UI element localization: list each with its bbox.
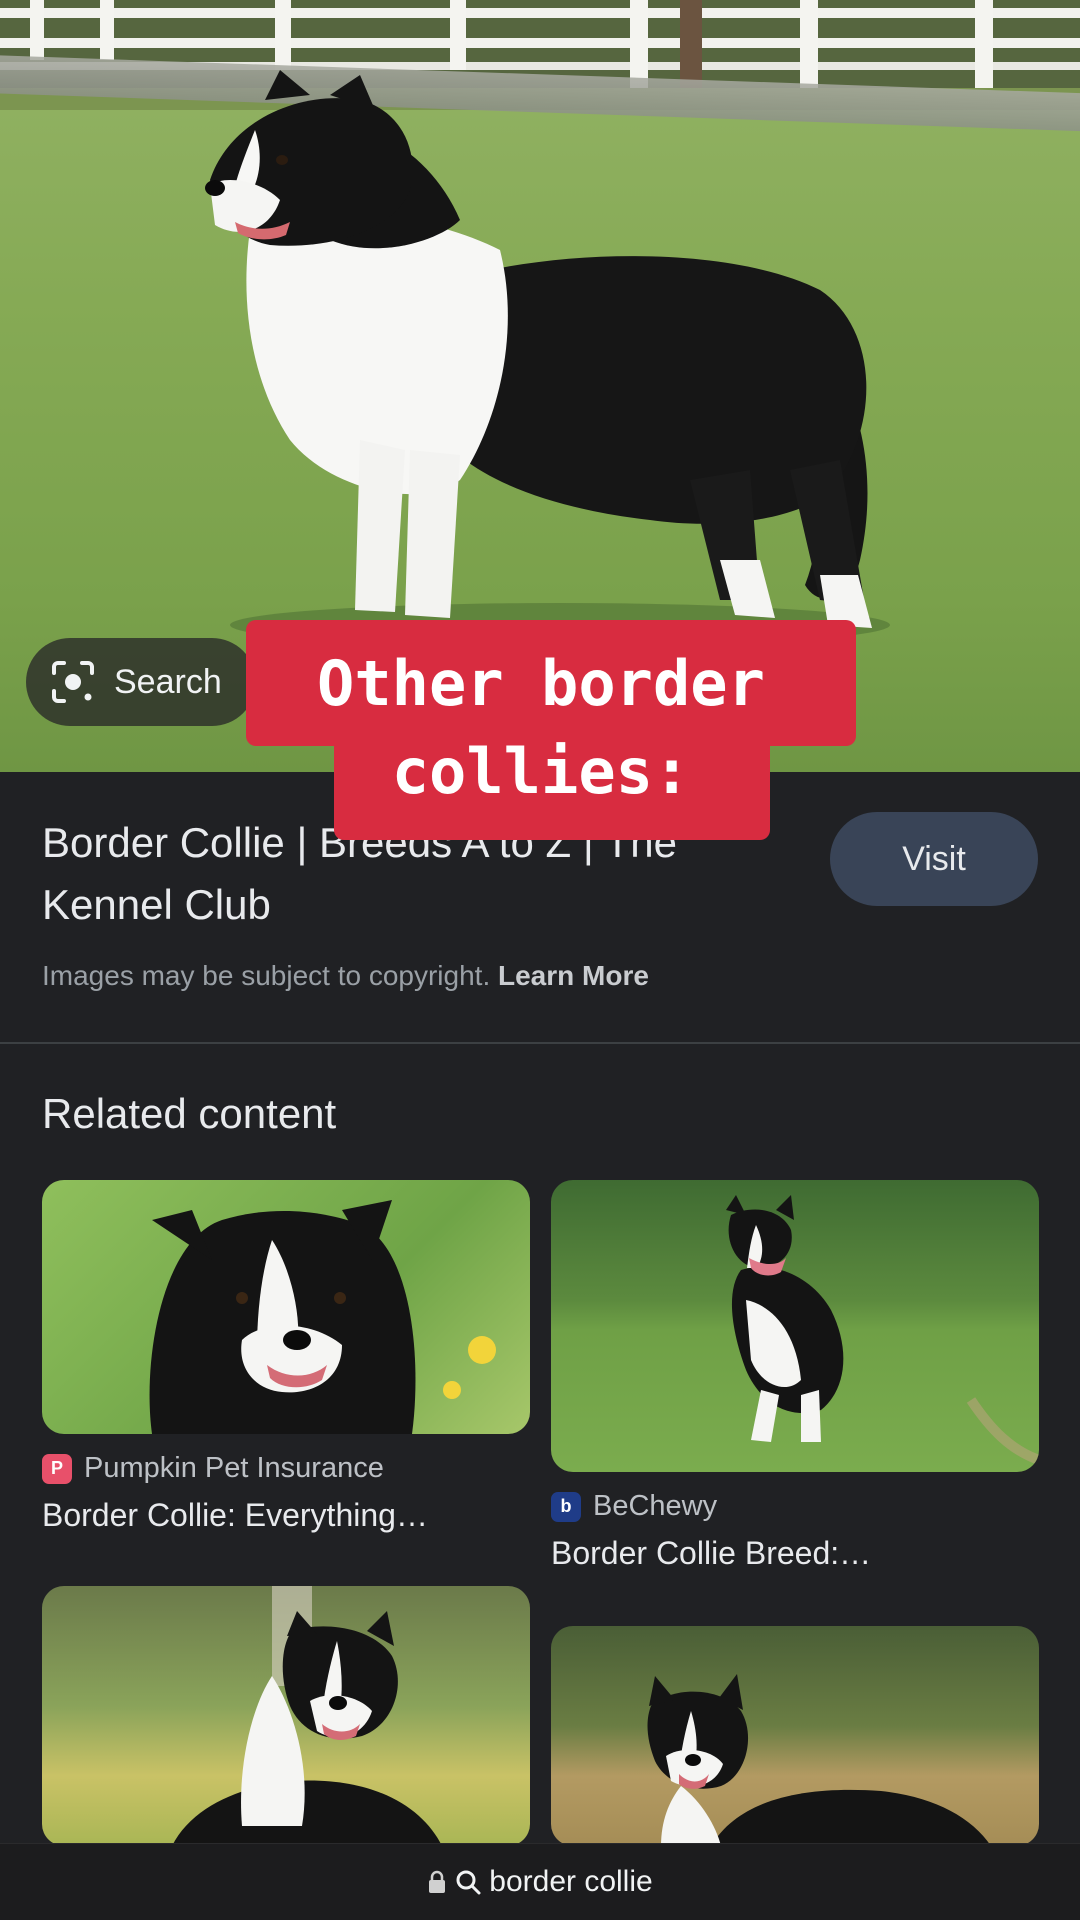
lock-icon bbox=[429, 1870, 446, 1893]
dog-illustration bbox=[726, 1195, 1039, 1465]
dog-illustration bbox=[647, 1674, 991, 1846]
dog-illustration bbox=[149, 1200, 496, 1434]
divider bbox=[0, 1042, 1080, 1044]
related-thumbnail[interactable] bbox=[551, 1626, 1039, 1846]
search-button-label: Search bbox=[114, 662, 222, 701]
related-title[interactable]: Border Collie: Everything… bbox=[42, 1497, 530, 1534]
learn-more-link[interactable]: Learn More bbox=[498, 960, 649, 991]
related-source: P Pumpkin Pet Insurance bbox=[42, 1452, 530, 1485]
related-thumbnail[interactable] bbox=[42, 1586, 530, 1846]
related-thumbnail[interactable] bbox=[551, 1180, 1039, 1472]
visit-button[interactable]: Visit bbox=[830, 812, 1038, 906]
bechewy-favicon-icon: b bbox=[551, 1491, 581, 1522]
related-card[interactable] bbox=[551, 1626, 1039, 1846]
lens-icon bbox=[52, 661, 94, 703]
copyright-text: Images may be subject to copyright. bbox=[42, 960, 491, 991]
pumpkin-favicon-icon: P bbox=[42, 1453, 72, 1484]
url-query: border collie bbox=[489, 1865, 653, 1898]
related-title[interactable]: Border Collie Breed:… bbox=[551, 1535, 1039, 1572]
related-card[interactable]: P Pumpkin Pet Insurance Border Collie: E… bbox=[42, 1180, 530, 1534]
search-icon bbox=[456, 1870, 481, 1895]
related-thumbnail[interactable] bbox=[42, 1180, 530, 1434]
related-content-heading: Related content bbox=[42, 1090, 337, 1137]
video-caption: Other border collies: bbox=[317, 647, 765, 808]
related-card[interactable]: b BeChewy Border Collie Breed:… bbox=[551, 1180, 1039, 1572]
address-bar[interactable]: border collie bbox=[0, 1843, 1080, 1920]
related-card[interactable] bbox=[42, 1586, 530, 1846]
related-source: b BeChewy bbox=[551, 1490, 1039, 1523]
related-source-name: Pumpkin Pet Insurance bbox=[84, 1452, 384, 1484]
related-source-name: BeChewy bbox=[593, 1490, 718, 1522]
visual-search-button[interactable]: Search bbox=[26, 638, 256, 726]
copyright-notice: Images may be subject to copyright. Lear… bbox=[42, 960, 649, 992]
dog-illustration bbox=[172, 1586, 442, 1846]
